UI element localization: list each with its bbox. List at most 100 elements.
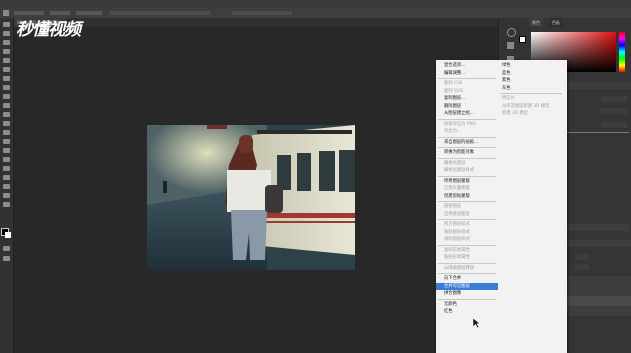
context-menu-item[interactable]: 转换为智能对象: [436, 149, 498, 157]
foreground-swatch-mini[interactable]: [519, 36, 526, 43]
menu-separator: [438, 147, 496, 148]
context-menu-item[interactable]: 向下合并: [436, 275, 498, 283]
menu-separator: [438, 175, 496, 177]
cursor-arrow-icon: [472, 317, 481, 329]
context-menu-item: 粘贴图层样式: [444, 229, 470, 235]
context-menu-item[interactable]: 灰色: [498, 85, 564, 93]
zoom-tool-icon[interactable]: [3, 193, 10, 198]
screen-mode-icon[interactable]: [3, 256, 10, 261]
shape-tool-icon[interactable]: [3, 175, 10, 180]
history-brush-tool-icon[interactable]: [3, 103, 10, 108]
hue-slider[interactable]: [619, 32, 625, 72]
context-menu-item: 启用矢量蒙版: [444, 186, 470, 191]
tab-color[interactable]: 颜色: [529, 18, 543, 27]
tab-color-label: 颜色: [532, 20, 540, 25]
property-field[interactable]: [601, 122, 627, 128]
home-icon[interactable]: [3, 10, 9, 16]
context-menu-item: 快速导出为 PNG: [444, 121, 476, 127]
context-menu-item[interactable]: 删除图层: [436, 103, 498, 111]
lasso-tool-icon[interactable]: [3, 40, 10, 45]
tab-swatches-label: 色板: [552, 20, 560, 25]
pen-tool-icon[interactable]: [3, 148, 10, 153]
context-menu-item[interactable]: 拼合图像: [436, 290, 498, 298]
context-menu-item[interactable]: 无颜色: [436, 301, 498, 309]
context-menu-item[interactable]: 红色: [436, 308, 498, 316]
menu-separator: [438, 244, 496, 246]
context-menu-item[interactable]: 蓝色: [498, 70, 564, 78]
3d-mode-icons[interactable]: [232, 11, 292, 15]
context-menu-item: 明信片: [502, 96, 515, 101]
path-select-tool-icon[interactable]: [3, 166, 10, 171]
train-platform-image: [147, 125, 355, 270]
paragraph-panel-icon[interactable]: [507, 42, 514, 49]
menu-separator: [438, 201, 496, 202]
context-menu-right-column: 绿色 蓝色 紫色 灰色明信片从所选图层新建 3D 模型 新建 3D 模型: [498, 62, 564, 118]
context-menu-item: 复制 CSS: [444, 81, 463, 86]
gradient-tool-icon[interactable]: [3, 121, 10, 126]
crop-tool-icon[interactable]: [3, 58, 10, 63]
more-tools-icon[interactable]: [3, 202, 10, 207]
context-menu-item[interactable]: 紫色: [498, 77, 564, 85]
menu-separator: [438, 298, 496, 300]
context-menu-item: 清除图层样式: [444, 237, 470, 242]
align-icons[interactable]: [110, 11, 210, 15]
context-menu-item: 选择链接图层: [444, 211, 470, 217]
menu-separator: [438, 262, 496, 264]
context-menu-item: 链接图层: [444, 204, 462, 209]
context-menu-item: 拷贝图层样式: [444, 222, 470, 227]
dodge-tool-icon[interactable]: [3, 139, 10, 144]
context-menu-item: 栅格化图层: [444, 160, 466, 166]
context-menu-item[interactable]: 合并可见图层: [436, 282, 498, 290]
context-menu-item[interactable]: 混合选项...: [436, 62, 498, 70]
hand-tool-icon[interactable]: [3, 184, 10, 189]
healing-tool-icon[interactable]: [3, 76, 10, 81]
context-menu-item: 栅格化图层样式: [444, 168, 475, 173]
properties-mask-buttons[interactable]: [559, 224, 629, 231]
quick-mask-icon[interactable]: [3, 246, 10, 251]
context-menu-item: 从隔离图层释放: [444, 265, 475, 271]
move-tool-icon[interactable]: [3, 22, 10, 27]
menu-separator: [438, 78, 496, 79]
menu-separator: [438, 219, 496, 220]
menu-separator: [438, 136, 496, 138]
context-menu-item[interactable]: 复制图层...: [436, 95, 498, 103]
stamp-tool-icon[interactable]: [3, 94, 10, 99]
marquee-tool-icon[interactable]: [3, 31, 10, 36]
menu-separator: [500, 93, 562, 94]
layer-context-menu: 混合选项... 编辑调整... 复制 CSS 复制 SVG 复制图层... 删除图层 从图层…: [436, 60, 567, 353]
document-tab-bar: 00 ● 图层 4, RGB/8# ×: [14, 18, 498, 27]
context-menu-item: 导出为...: [444, 129, 461, 134]
menu-bar: [0, 0, 631, 8]
context-menu-item: 复制 SVG: [444, 88, 463, 94]
context-menu-item[interactable]: 停用图层蒙版: [436, 178, 498, 186]
context-menu-item: 粘贴形状属性: [444, 255, 470, 260]
watermark-logo: 秒懂视频: [16, 15, 81, 40]
menu-separator: [438, 273, 496, 274]
context-menu-item: 从所选图层新建 3D 模型: [502, 103, 550, 109]
blur-tool-icon[interactable]: [3, 130, 10, 135]
context-menu-item[interactable]: 编辑调整...: [436, 70, 498, 78]
context-menu-item[interactable]: 来自图层的画板...: [436, 139, 498, 147]
property-field[interactable]: [601, 96, 627, 102]
tab-swatches[interactable]: 色板: [549, 18, 563, 27]
eraser-tool-icon[interactable]: [3, 112, 10, 117]
context-menu-item[interactable]: 创建剪贴蒙版: [436, 193, 498, 201]
type-tool-icon[interactable]: [3, 157, 10, 162]
context-menu-item: 复制形状属性: [444, 247, 470, 253]
tool-bar: [0, 18, 14, 353]
brush-tool-icon[interactable]: [3, 85, 10, 90]
watermark-text: 秒懂视频: [16, 20, 81, 40]
canvas-photo[interactable]: [147, 125, 355, 270]
context-menu-item[interactable]: 从图层建立组...: [436, 110, 498, 118]
eyedropper-tool-icon[interactable]: [3, 67, 10, 72]
context-menu-item: 新建 3D 模型: [502, 111, 528, 116]
property-field[interactable]: [601, 108, 627, 114]
menu-separator: [438, 118, 496, 120]
menu-separator: [438, 157, 496, 159]
background-color-swatch[interactable]: [5, 232, 11, 238]
quick-select-tool-icon[interactable]: [3, 49, 10, 54]
info-panel-icon[interactable]: [507, 28, 516, 37]
context-menu-item[interactable]: 绿色: [498, 62, 564, 70]
opacity-field[interactable]: [575, 254, 589, 260]
fill-field[interactable]: [575, 264, 589, 270]
